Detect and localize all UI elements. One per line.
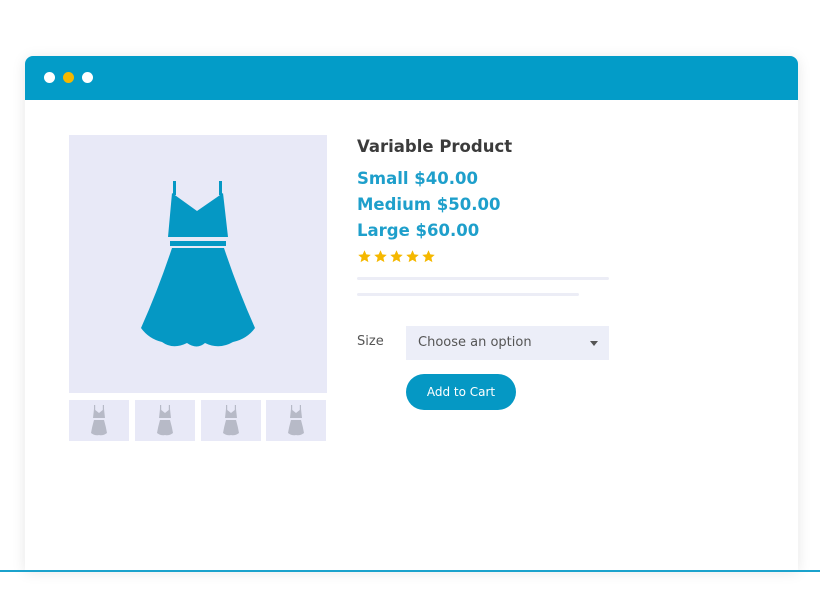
star-icon [406, 250, 419, 263]
size-select-value: Choose an option [418, 335, 532, 350]
price-medium: Medium $50.00 [357, 195, 501, 214]
product-thumbnail[interactable] [135, 400, 195, 441]
product-thumbnail[interactable] [69, 400, 129, 441]
browser-window: Variable Product Small $40.00 Medium $50… [25, 56, 798, 570]
price-small: Small $40.00 [357, 169, 478, 188]
window-titlebar [25, 56, 798, 100]
product-title: Variable Product [357, 137, 513, 156]
dress-icon [141, 181, 255, 347]
description-placeholder-line [357, 277, 609, 280]
add-to-cart-button[interactable]: Add to Cart [406, 374, 516, 410]
price-large: Large $60.00 [357, 221, 480, 240]
product-main-image[interactable] [69, 135, 327, 393]
dress-icon [91, 405, 107, 436]
product-thumbnail[interactable] [201, 400, 261, 441]
product-thumbnail[interactable] [266, 400, 326, 441]
page-baseline-divider [0, 570, 820, 572]
close-control-icon[interactable] [44, 72, 55, 83]
size-label: Size [357, 334, 384, 349]
star-icon [374, 250, 387, 263]
description-placeholder-line [357, 293, 579, 296]
star-icon [390, 250, 403, 263]
star-icon [358, 250, 371, 263]
dress-icon [157, 405, 173, 436]
dress-icon [288, 405, 304, 436]
maximize-control-icon[interactable] [82, 72, 93, 83]
chevron-down-icon [590, 341, 598, 346]
size-select[interactable]: Choose an option [406, 326, 609, 360]
minimize-control-icon[interactable] [63, 72, 74, 83]
dress-icon [223, 405, 239, 436]
star-icon [422, 250, 435, 263]
rating-stars [357, 249, 436, 267]
